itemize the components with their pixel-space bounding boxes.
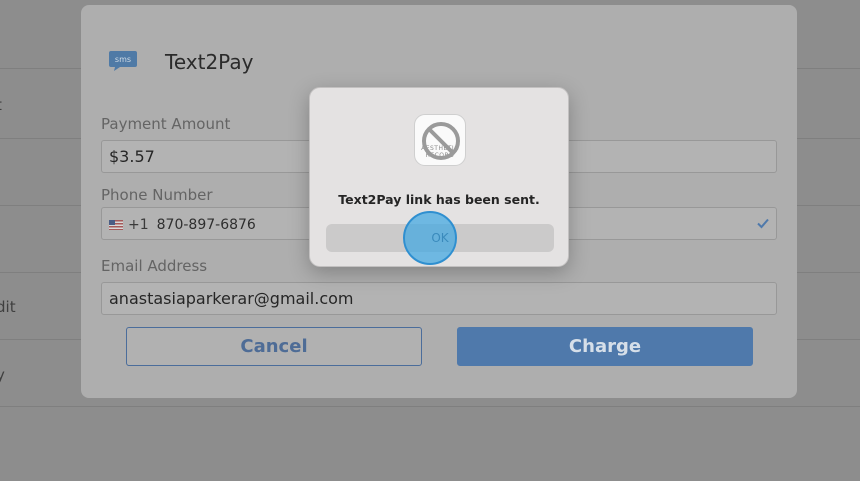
panel-title: Text2Pay [165,50,254,74]
charge-button[interactable]: Charge [457,327,753,366]
prohibited-icon [422,122,460,160]
background-label: t [0,96,2,114]
click-indicator [403,211,457,265]
sms-icon: sms [109,51,137,71]
background-divider [0,406,860,407]
background-label: y [0,366,5,384]
us-flag-icon[interactable] [109,220,123,230]
background-label: dit [0,298,16,316]
dialog-message: Text2Pay link has been sent. [338,192,540,207]
phone-number-value: 870-897-6876 [156,217,256,233]
phone-number-label: Phone Number [101,186,213,204]
cancel-button[interactable]: Cancel [126,327,422,366]
payment-amount-label: Payment Amount [101,115,231,133]
email-field[interactable]: anastasiaparkerar@gmail.com [101,282,777,315]
email-label: Email Address [101,257,208,275]
check-icon [757,218,769,229]
app-icon: AESTHETIC RECORD [414,114,466,166]
sms-icon-label: sms [115,55,131,64]
phone-country-code[interactable]: +1 [128,217,149,233]
